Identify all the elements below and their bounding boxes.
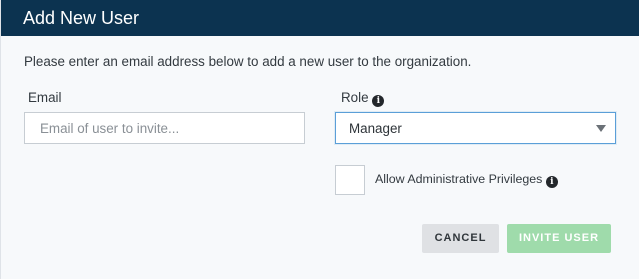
caret-down-icon	[596, 125, 606, 132]
role-select[interactable]: Manager	[335, 112, 616, 144]
dialog-title: Add New User	[23, 8, 140, 28]
admin-privileges-label[interactable]: Allow Administrative Privileges	[375, 172, 542, 186]
email-input[interactable]	[24, 112, 305, 144]
dialog-intro-text: Please enter an email address below to a…	[24, 54, 472, 69]
role-select-value: Manager	[349, 121, 402, 136]
admin-privileges-label-group: Allow Administrative Privileges i	[375, 172, 558, 188]
info-icon[interactable]: i	[372, 95, 385, 107]
role-label-group: Role i	[341, 90, 385, 107]
admin-privileges-checkbox[interactable]	[335, 165, 365, 195]
invite-user-button[interactable]: INVITE USER	[507, 224, 611, 253]
add-user-dialog: Add New User Please enter an email addre…	[0, 0, 639, 279]
dialog-header: Add New User	[1, 0, 639, 36]
cancel-button[interactable]: CANCEL	[422, 224, 499, 253]
email-label: Email	[28, 90, 62, 105]
role-label: Role	[341, 90, 369, 105]
info-icon[interactable]: i	[545, 176, 558, 188]
